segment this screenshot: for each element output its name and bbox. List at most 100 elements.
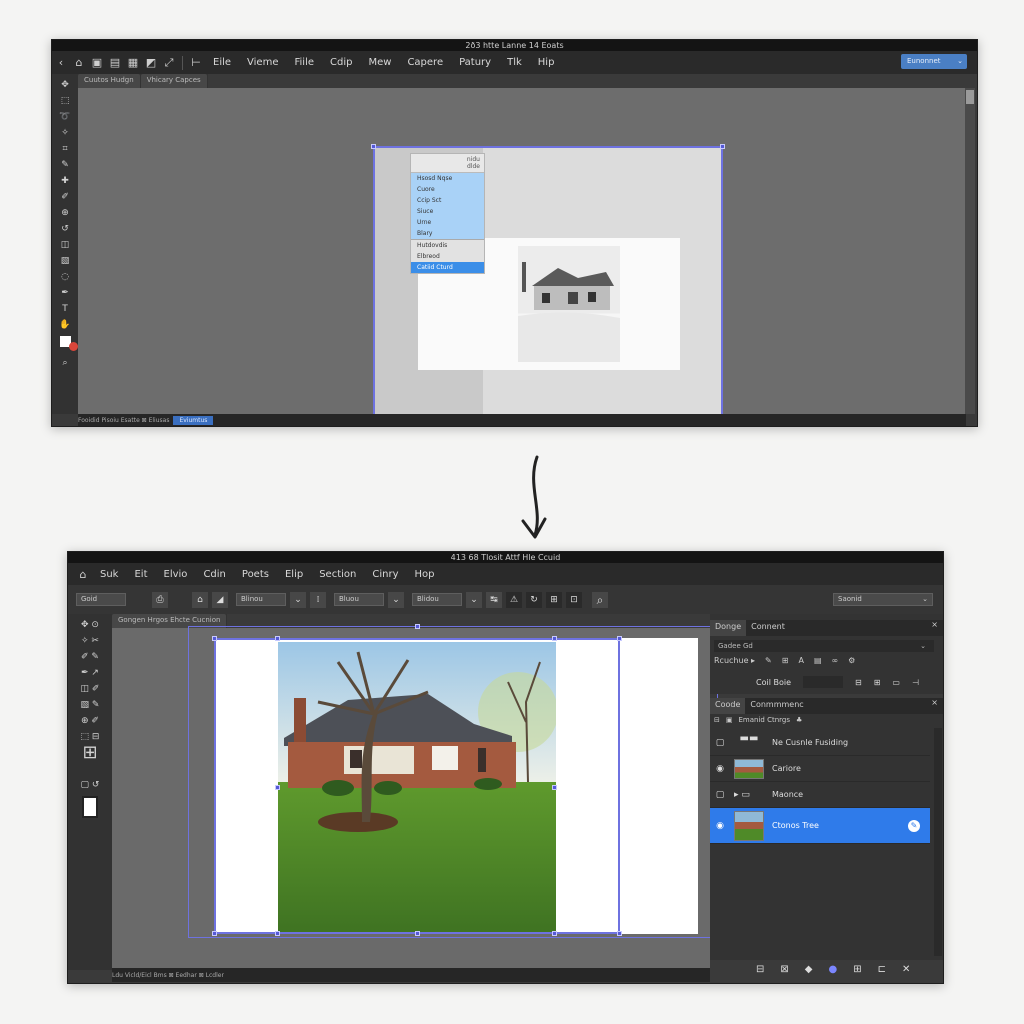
layer-row-selected[interactable]: ◉ Ctonos Tree ✎ xyxy=(710,808,930,844)
menu-item[interactable]: Eile xyxy=(205,57,239,68)
grid-icon[interactable]: ⊞ xyxy=(782,656,789,665)
image-icon[interactable]: ▦ xyxy=(124,56,142,69)
arrows-icon[interactable]: ↹ xyxy=(486,591,502,608)
panel-row[interactable]: Gadee Gd ⌄ xyxy=(714,640,934,652)
status-chip[interactable]: Eviumtus xyxy=(173,415,214,425)
eyedropper-icon[interactable]: ✎ xyxy=(61,160,69,176)
layer-row[interactable]: ▢ ▬▬ Ne Cusnle Fusiding xyxy=(710,730,930,756)
eye-icon[interactable]: ◉ xyxy=(710,764,730,774)
vertical-scrollbar[interactable] xyxy=(965,88,975,414)
stamp-tool-icon[interactable]: ⊕ xyxy=(61,208,69,224)
context-menu-item[interactable]: Urne xyxy=(411,217,484,228)
layers-scrollbar[interactable] xyxy=(934,728,942,956)
menu-item[interactable]: Suk xyxy=(92,569,126,580)
menu-item[interactable]: Mew xyxy=(360,57,399,68)
tool-preset-field[interactable]: Goid xyxy=(76,593,126,606)
quick-mask-icon[interactable]: ⊞ xyxy=(82,744,97,780)
transform-handle[interactable] xyxy=(415,931,420,936)
panel-row-label[interactable]: Rcuchue ▸ xyxy=(714,656,755,665)
lasso-tool-icon[interactable]: ➰ xyxy=(59,112,70,128)
eyedropper-icon[interactable]: ✎ xyxy=(765,656,772,665)
tab-document[interactable]: Vhicary Capces xyxy=(140,74,207,88)
eye-icon[interactable]: ◉ xyxy=(710,821,730,831)
save-icon[interactable]: ▣ xyxy=(88,56,106,69)
context-menu-item[interactable]: Cuore xyxy=(411,184,484,195)
brush-icon[interactable]: ◢ xyxy=(212,591,228,608)
back-icon[interactable]: ‹ xyxy=(52,56,70,69)
primary-dropdown-button[interactable]: Eunonnet ⌄ xyxy=(901,54,967,69)
menu-item[interactable]: Eit xyxy=(126,569,155,580)
menu-item[interactable]: Poets xyxy=(234,569,277,580)
menu-item[interactable]: Section xyxy=(311,569,364,580)
stamp-tool-icon[interactable]: ⊕ ✐ xyxy=(81,716,99,732)
scroll-thumb[interactable] xyxy=(966,90,974,104)
menu-item[interactable]: Cdip xyxy=(322,57,360,68)
lasso-tool-icon[interactable]: ✧ ✂ xyxy=(81,636,99,652)
context-menu-item[interactable]: Siuce xyxy=(411,206,484,217)
search-icon[interactable]: ⌕ xyxy=(592,591,608,608)
text-icon[interactable]: A xyxy=(798,656,803,665)
link-icon[interactable]: ∞ xyxy=(832,656,839,665)
ruler-icon[interactable]: ⊢ xyxy=(187,56,205,69)
value-field[interactable] xyxy=(803,676,843,688)
menu-item[interactable]: Elip xyxy=(277,569,311,580)
warning-icon[interactable]: ⚠ xyxy=(506,591,522,608)
mask-icon[interactable]: ◆ xyxy=(805,964,813,975)
people-icon[interactable]: ♣ xyxy=(796,716,802,724)
close-icon[interactable]: × xyxy=(931,698,943,714)
crop-tool-icon[interactable]: ⌗ xyxy=(62,144,67,160)
align-icon[interactable]: ⊟ xyxy=(855,678,862,687)
menu-item[interactable]: Capere xyxy=(399,57,451,68)
context-menu-item[interactable]: Hutdovdis xyxy=(411,240,484,251)
gradient-tool-icon[interactable]: ▧ xyxy=(61,256,70,272)
workspace-select[interactable]: Saonid ⌄ xyxy=(833,593,933,606)
tab-properties[interactable]: Donge xyxy=(710,620,747,636)
screen-mode-icon[interactable]: ▢ ↺ xyxy=(81,780,100,796)
opacity-field[interactable]: Blidou xyxy=(412,593,462,606)
tab-channels[interactable]: Conmmmenc xyxy=(745,698,808,714)
brush-tool-icon[interactable]: ✐ ✎ xyxy=(81,652,99,668)
menu-item[interactable]: Tlk xyxy=(499,57,530,68)
transform-handle[interactable] xyxy=(415,624,420,629)
text-tool-icon[interactable]: T xyxy=(62,304,68,320)
mode-field[interactable]: Bluou xyxy=(334,593,384,606)
chevron-down-icon[interactable]: ⌄ xyxy=(388,591,404,608)
transform-handle[interactable] xyxy=(212,636,217,641)
adjustment-icon[interactable]: ● xyxy=(828,964,837,975)
distribute-icon[interactable]: ⊞ xyxy=(874,678,881,687)
stamp-icon[interactable]: ⎙ xyxy=(152,591,168,608)
menu-item[interactable]: Elvio xyxy=(156,569,196,580)
menu-item[interactable]: Cdin xyxy=(195,569,233,580)
delete-icon[interactable]: ✕ xyxy=(902,964,910,975)
link-icon[interactable]: ⁞ xyxy=(310,591,326,608)
fx-icon[interactable]: ⊠ xyxy=(780,964,788,975)
link-layers-icon[interactable]: ⊟ xyxy=(756,964,764,975)
transform-handle[interactable] xyxy=(275,636,280,641)
new-group-icon[interactable]: ⊞ xyxy=(853,964,861,975)
healing-brush-icon[interactable]: ✚ xyxy=(61,176,69,192)
grid-icon[interactable]: ⊞ xyxy=(546,591,562,608)
color-swatch-icon[interactable] xyxy=(59,336,78,352)
transform-handle[interactable] xyxy=(212,931,217,936)
tab-document[interactable]: Cuutos Hudgn xyxy=(78,74,140,88)
pen-tool-icon[interactable]: ✒ ↗ xyxy=(81,668,99,684)
layer-row[interactable]: ▢ ▸ ▭ Maonce xyxy=(710,782,930,808)
transform-handle[interactable] xyxy=(371,144,376,149)
transform-handle[interactable] xyxy=(617,931,622,936)
layer-row[interactable]: ◉ Cariore xyxy=(710,756,930,782)
transform-handle[interactable] xyxy=(720,144,725,149)
context-menu-item[interactable]: Hsosd Nqse xyxy=(411,173,484,184)
close-icon[interactable]: × xyxy=(931,620,943,636)
brush-tool-icon[interactable]: ✐ xyxy=(61,192,69,208)
color-swatch-icon[interactable] xyxy=(82,796,98,830)
flip-icon[interactable]: ⊣ xyxy=(912,678,919,687)
move-tool-icon[interactable]: ✥ ⊙ xyxy=(81,620,99,636)
transform-handle[interactable] xyxy=(275,931,280,936)
edit-icon[interactable]: ✎ xyxy=(908,819,920,832)
blur-tool-icon[interactable]: ◌ xyxy=(61,272,69,288)
rotate-icon[interactable]: ↻ xyxy=(526,591,542,608)
eraser-tool-icon[interactable]: ◫ ✐ xyxy=(81,684,100,700)
context-menu-item[interactable]: Blary xyxy=(411,228,484,239)
canvas-icon[interactable]: ▭ xyxy=(892,678,900,687)
transform-handle[interactable] xyxy=(552,785,557,790)
